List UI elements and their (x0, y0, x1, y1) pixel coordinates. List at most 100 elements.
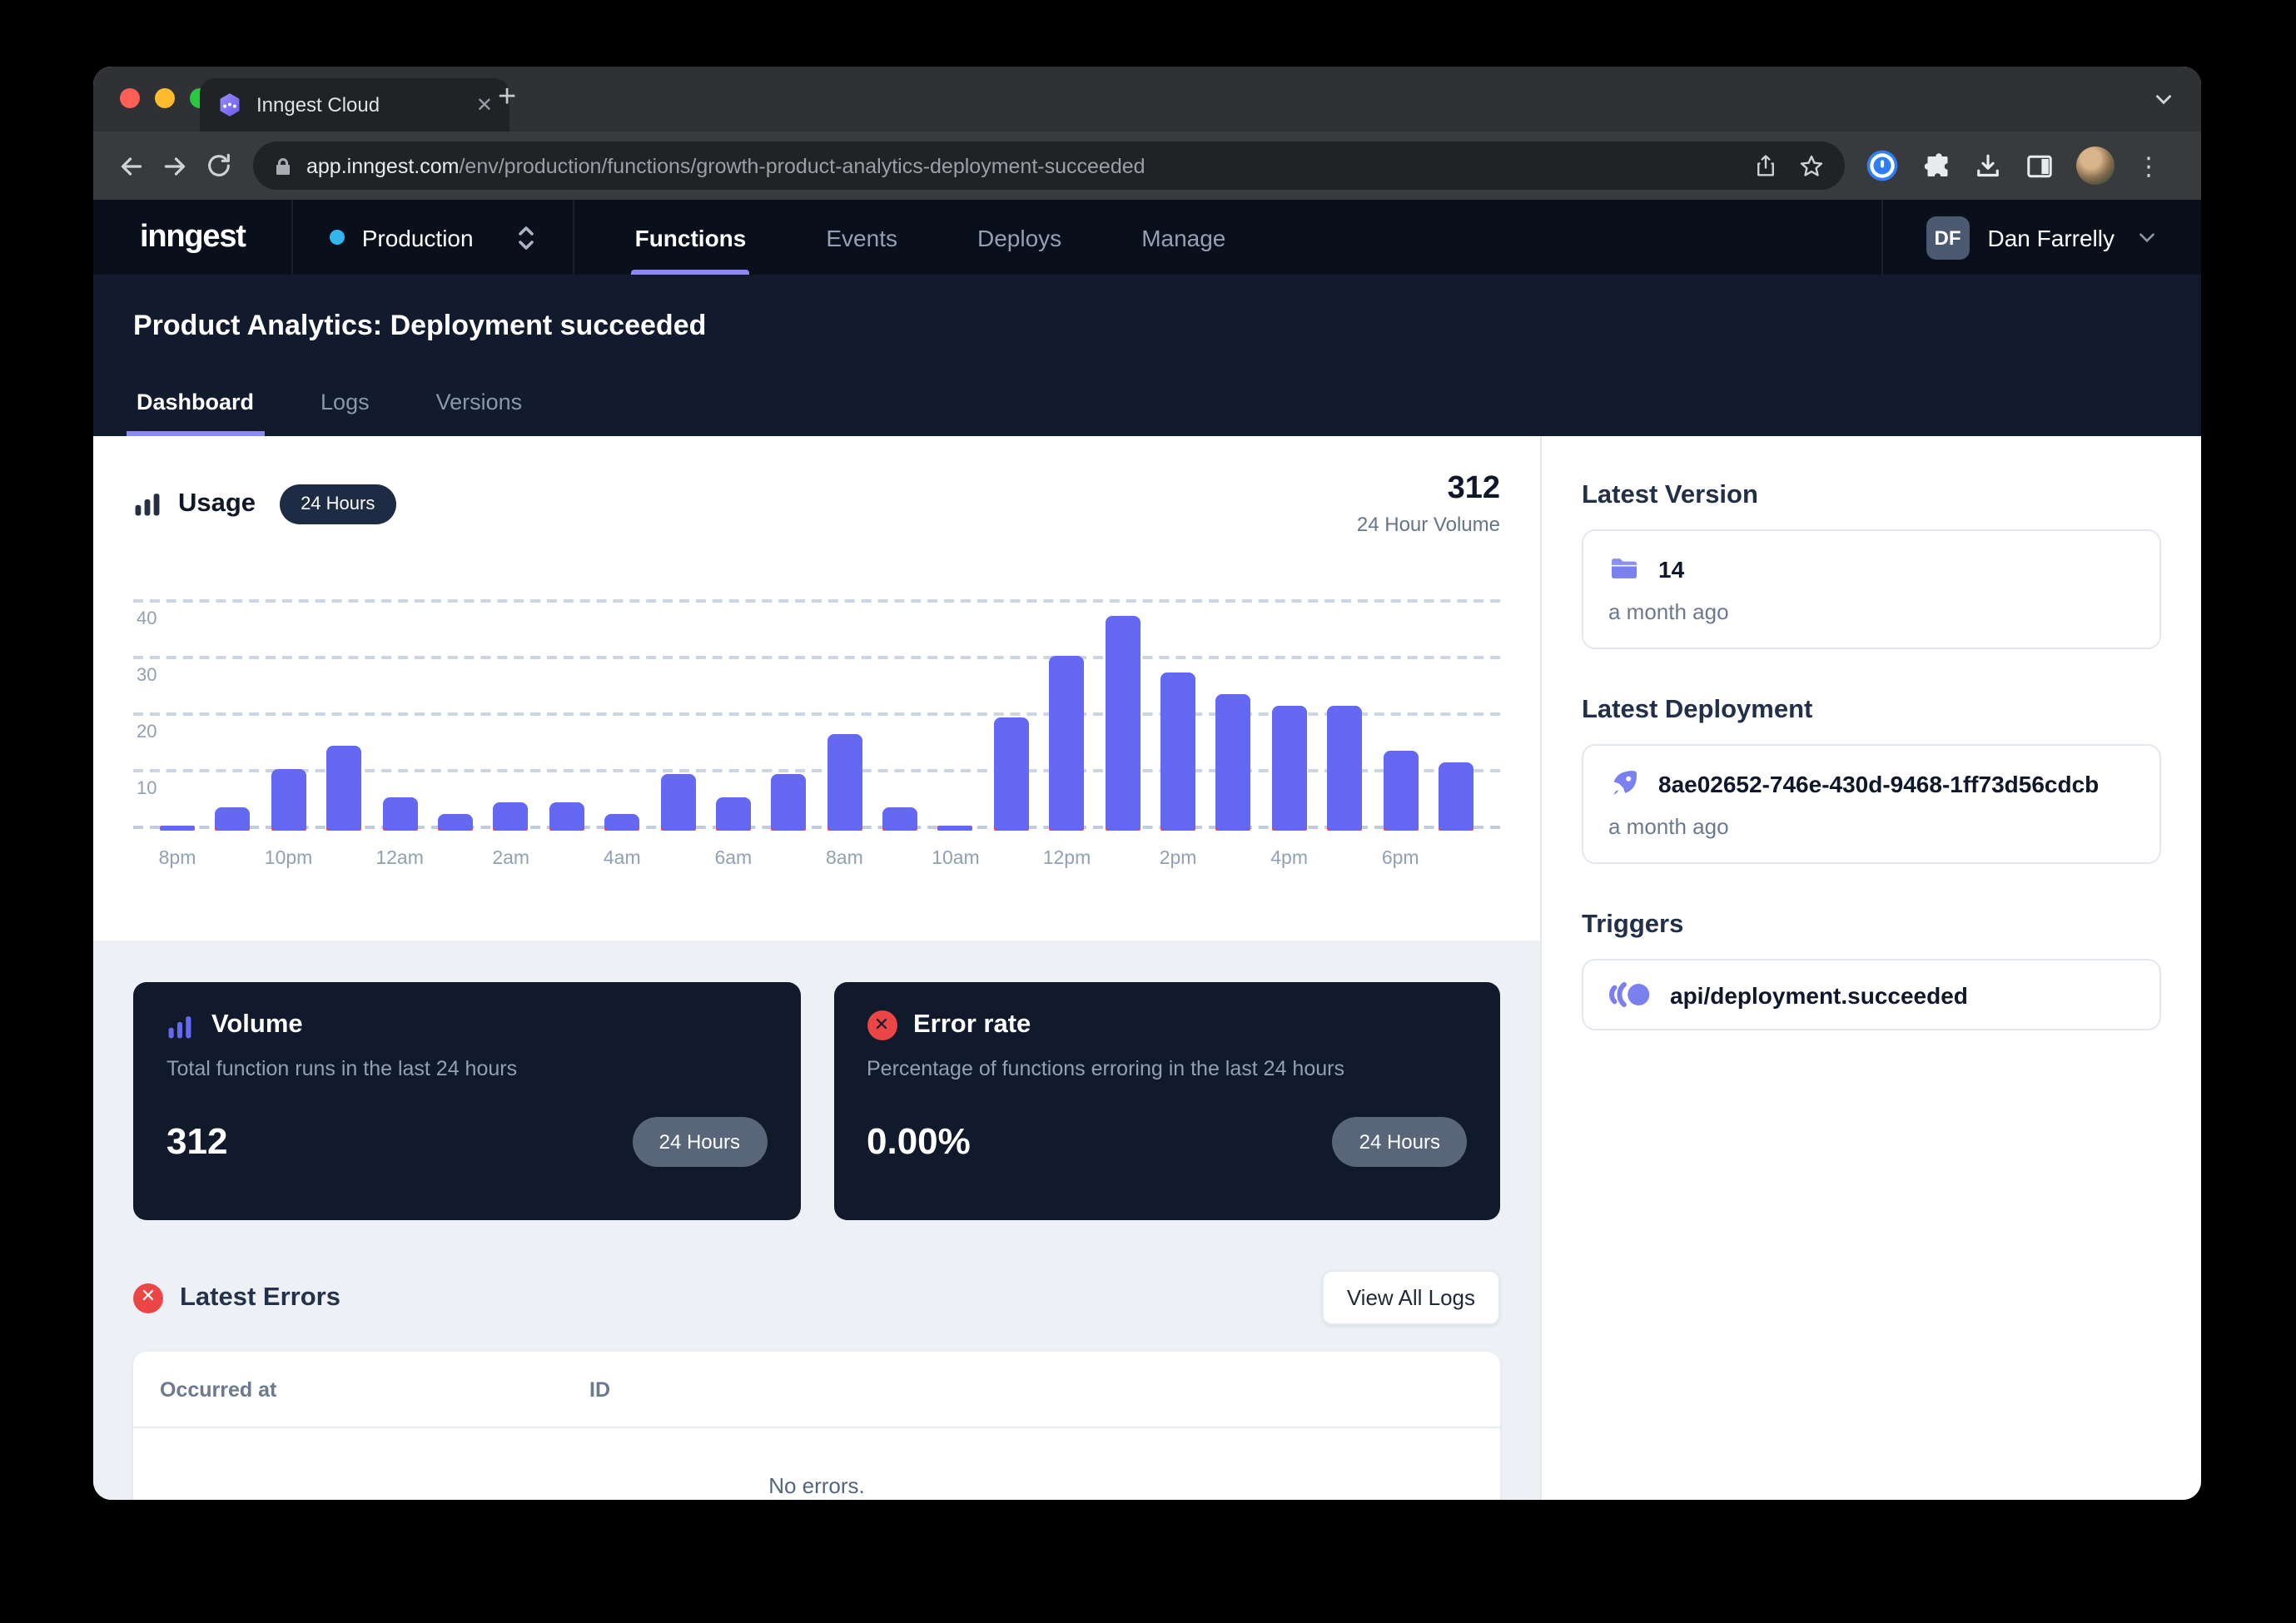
chart-bar-slot[interactable] (772, 579, 807, 829)
env-label: Production (362, 224, 474, 251)
chart-bar (1383, 752, 1418, 831)
view-all-logs-button[interactable]: View All Logs (1322, 1270, 1500, 1325)
latest-deployment-time: a month ago (1608, 814, 2134, 839)
app-nav-tabs: Functions Events Deploys Manage (595, 200, 1266, 275)
error-rate-value: 0.00% (867, 1120, 971, 1164)
chart-bar-slot[interactable]: 8am (827, 579, 862, 829)
chart-bar-slot[interactable] (1327, 579, 1362, 829)
browser-tab[interactable]: Inngest Cloud ✕ (200, 78, 509, 132)
chart-bar-slot[interactable] (1439, 579, 1474, 829)
volume-title: Volume (211, 1010, 303, 1040)
latest-deployment-heading: Latest Deployment (1582, 696, 2161, 726)
x-axis-tick-label: 6pm (1382, 849, 1419, 869)
error-rate-period-badge[interactable]: 24 Hours (1333, 1117, 1467, 1167)
share-icon[interactable] (1753, 153, 1778, 178)
x-axis-tick-label: 10pm (265, 849, 313, 869)
chart-bar-slot[interactable] (1105, 579, 1140, 829)
env-up-down-chevron-icon (517, 221, 537, 254)
x-axis-tick-label: 4pm (1270, 849, 1308, 869)
chart-bar (271, 768, 306, 831)
environment-selector[interactable]: Production (294, 200, 574, 275)
error-x-icon: ✕ (867, 1010, 897, 1040)
chart-bar-slot[interactable] (882, 579, 917, 829)
chart-bar-slot[interactable] (994, 579, 1029, 829)
tab-dashboard[interactable]: Dashboard (133, 373, 257, 436)
chart-bar-slot[interactable]: 6pm (1383, 579, 1418, 829)
bookmark-star-icon[interactable] (1798, 152, 1825, 179)
chart-bar-slot[interactable]: 6am (716, 579, 751, 829)
usage-total-value: 312 (1357, 471, 1500, 508)
extensions-puzzle-icon[interactable] (1921, 151, 1951, 181)
volume-subtitle: Total function runs in the last 24 hours (166, 1057, 767, 1080)
chart-bar-slot[interactable] (549, 579, 584, 829)
desktop: Inngest Cloud ✕ + app.innge (0, 0, 2296, 1623)
tab-versions[interactable]: Versions (433, 373, 526, 436)
back-button[interactable] (110, 144, 153, 187)
page-title: Product Analytics: Deployment succeeded (133, 275, 2161, 343)
bar-chart-icon (133, 489, 162, 518)
minimize-window-button[interactable] (155, 88, 175, 108)
nav-tab-deploys[interactable]: Deploys (937, 200, 1101, 275)
usage-period-badge[interactable]: 24 Hours (279, 484, 396, 524)
usage-header: Usage 24 Hours 312 24 Hour Volume (133, 471, 1500, 536)
onepassword-icon[interactable] (1865, 148, 1900, 183)
new-tab-button[interactable]: + (498, 82, 516, 113)
y-axis-tick-label: 20 (137, 722, 157, 742)
chart-bar-slot[interactable] (326, 579, 361, 829)
env-status-dot (330, 230, 345, 245)
nav-tab-manage[interactable]: Manage (1101, 200, 1265, 275)
close-window-button[interactable] (120, 88, 140, 108)
chart-bar-slot[interactable] (1216, 579, 1251, 829)
inngest-logo[interactable]: inngest (93, 200, 292, 275)
chart-bar-slot[interactable] (660, 579, 695, 829)
nav-tab-events[interactable]: Events (786, 200, 937, 275)
folder-icon (1608, 553, 1640, 584)
chart-bar-slot[interactable]: 8pm (160, 579, 195, 829)
page-tabs: Dashboard Logs Versions (133, 373, 525, 436)
error-rate-subtitle: Percentage of functions erroring in the … (867, 1057, 1467, 1080)
app-nav: inngest Production Functions Events Depl… (93, 200, 2201, 275)
chart-bar-slot[interactable]: 12am (382, 579, 417, 829)
browser-tabstrip: Inngest Cloud ✕ + (93, 67, 2201, 132)
chart-bar-slot[interactable] (216, 579, 251, 829)
latest-deployment-card[interactable]: 8ae02652-746e-430d-9468-1ff73d56cdcb a m… (1582, 744, 2161, 864)
trigger-event-name: api/deployment.succeeded (1670, 981, 1968, 1008)
browser-extensions: ⋮ (1865, 146, 2161, 185)
tab-search-chevron-icon[interactable] (2153, 88, 2174, 118)
chart-bar-slot[interactable]: 10am (938, 579, 973, 829)
forward-button[interactable] (153, 144, 196, 187)
downloads-icon[interactable] (1973, 151, 2003, 181)
chart-bar-slot[interactable]: 12pm (1050, 579, 1085, 829)
user-name: Dan Farrelly (1988, 224, 2115, 251)
chart-bar (1050, 655, 1085, 831)
url-bar[interactable]: app.inngest.com/env/production/functions… (253, 141, 1845, 190)
volume-period-badge[interactable]: 24 Hours (633, 1117, 767, 1167)
chart-plot: 8pm 10pm 12am 2am 4am 6am 8am 10am 12pm 2pm 4pm 6pm (160, 579, 1474, 829)
latest-version-card[interactable]: 14 a month ago (1582, 529, 2161, 649)
page-content: Usage 24 Hours 312 24 Hour Volume 102030… (93, 436, 2201, 1500)
usage-title: Usage (178, 489, 256, 519)
x-axis-tick-label: 2am (492, 849, 529, 869)
url-text: app.inngest.com/env/production/functions… (306, 154, 1146, 177)
chart-bar-slot[interactable]: 4pm (1272, 579, 1307, 829)
chart-bar-slot[interactable]: 2pm (1160, 579, 1195, 829)
trigger-card[interactable]: api/deployment.succeeded (1582, 959, 2161, 1030)
x-axis-tick-label: 6am (714, 849, 752, 869)
chart-bar-slot[interactable]: 10pm (271, 579, 306, 829)
chart-bar-slot[interactable] (438, 579, 473, 829)
chart-bar (772, 774, 807, 831)
side-panel-icon[interactable] (2025, 151, 2055, 181)
browser-profile-avatar[interactable] (2076, 146, 2115, 185)
chart-bar (1327, 706, 1362, 831)
nav-tab-functions[interactable]: Functions (595, 200, 787, 275)
volume-bars-icon (166, 1011, 195, 1040)
browser-menu-icon[interactable]: ⋮ (2136, 151, 2161, 181)
tab-close-icon[interactable]: ✕ (476, 95, 493, 115)
tab-logs[interactable]: Logs (317, 373, 373, 436)
latest-errors-title: Latest Errors (180, 1283, 340, 1313)
chart-bar-slot[interactable]: 4am (604, 579, 639, 829)
user-menu[interactable]: DF Dan Farrelly (1883, 200, 2202, 275)
chart-bar-slot[interactable]: 2am (494, 579, 529, 829)
reload-button[interactable] (196, 144, 240, 187)
window-controls (120, 88, 210, 108)
